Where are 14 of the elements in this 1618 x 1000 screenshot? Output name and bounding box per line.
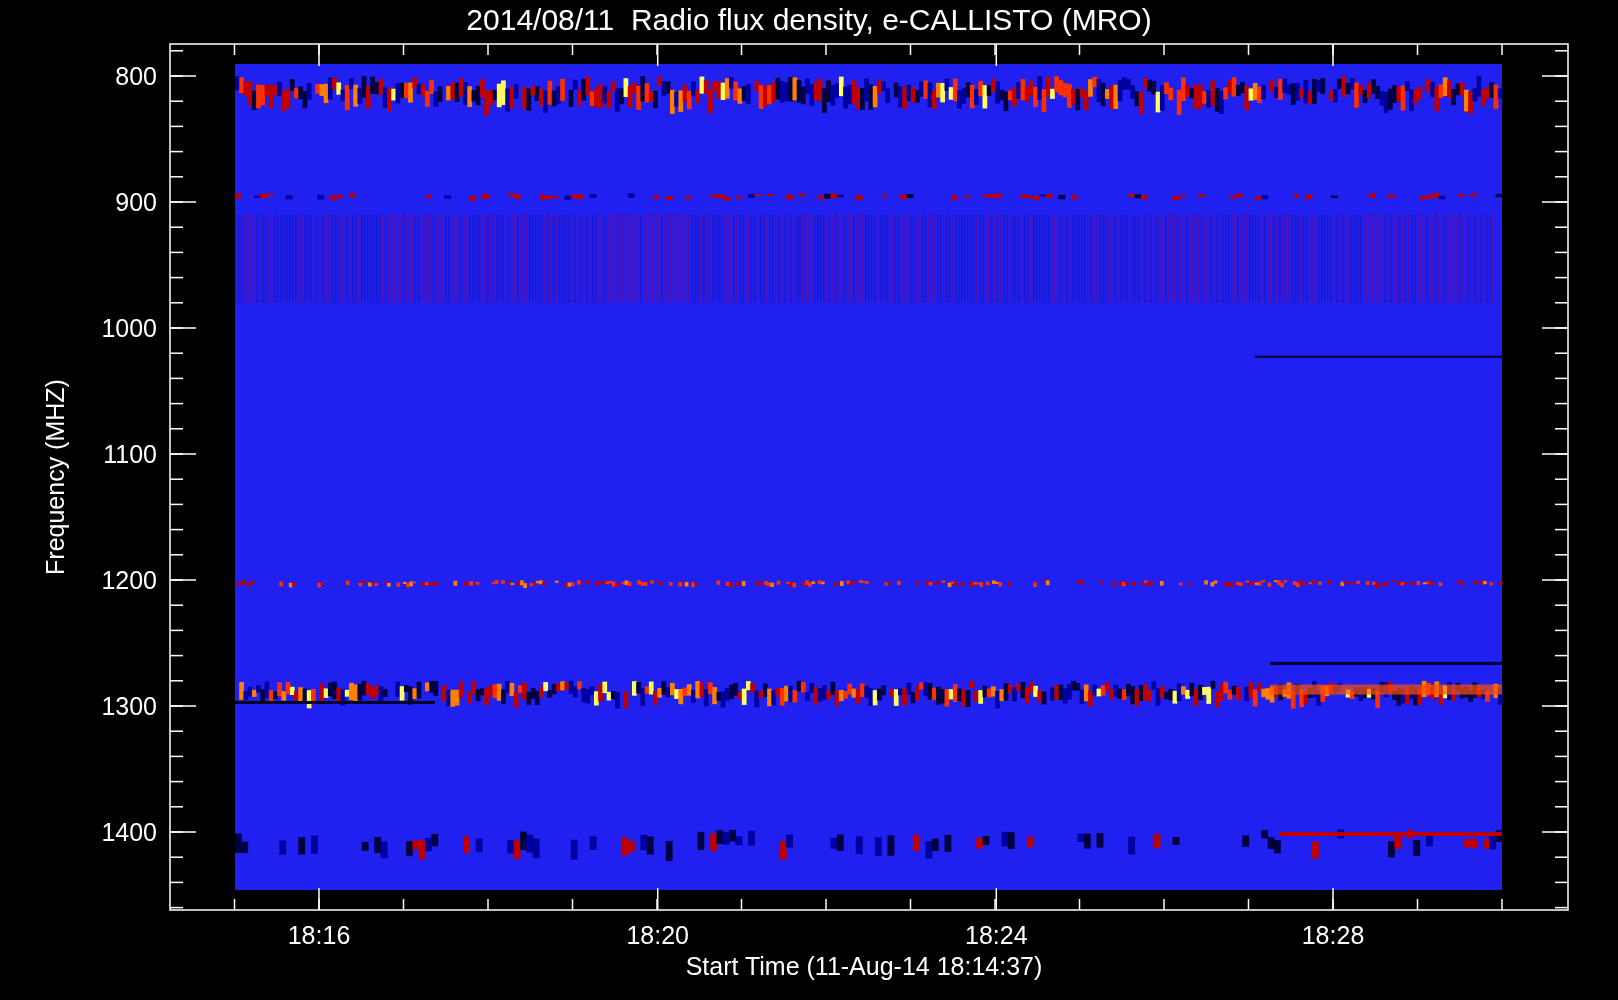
- y-tick-label: 1300: [101, 692, 157, 720]
- y-tick-label: 1100: [103, 440, 157, 468]
- y-tick-label: 1200: [101, 566, 157, 594]
- y-axis-label: Frequency (MHZ): [41, 379, 69, 575]
- y-tick-label: 1000: [101, 314, 157, 342]
- x-axis-label: Start Time (11-Aug-14 18:14:37): [685, 952, 1043, 980]
- x-tick-label: 18:20: [626, 921, 689, 949]
- y-tick-label: 1400: [101, 818, 157, 846]
- y-tick-label: 900: [115, 188, 157, 216]
- x-tick-label: 18:28: [1301, 921, 1365, 949]
- plot-title: 2014/08/11 Radio flux density, e-CALLISTO (MRO): [466, 3, 1152, 36]
- y-tick-label: 800: [115, 62, 157, 90]
- x-tick-label: 18:16: [287, 921, 351, 949]
- x-tick-label: 18:24: [965, 921, 1028, 949]
